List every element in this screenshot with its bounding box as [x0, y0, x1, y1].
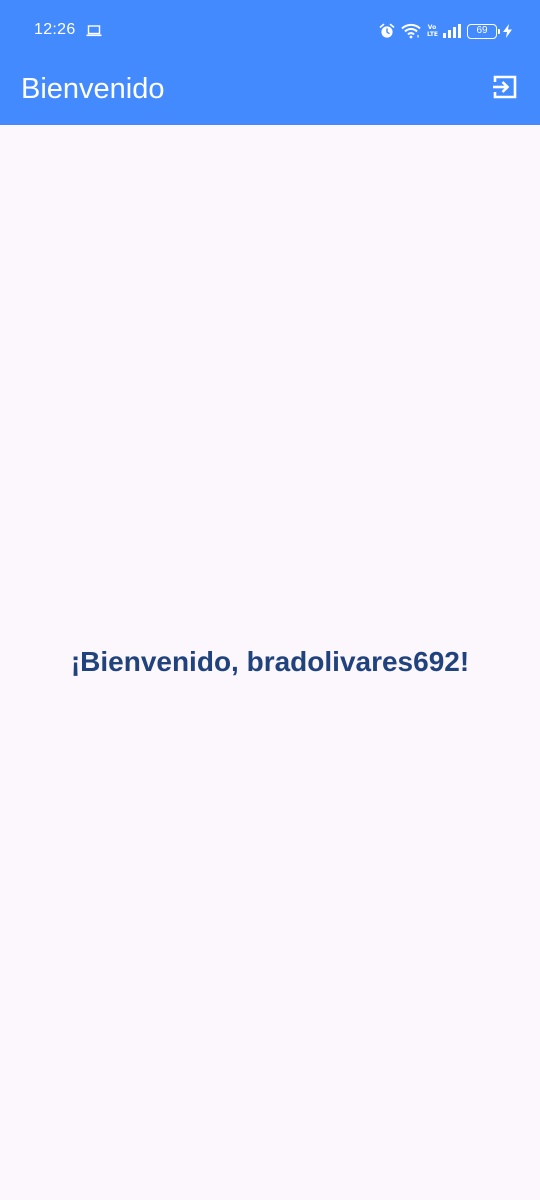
status-icons: Vo LTE 69	[379, 20, 512, 42]
welcome-message: ¡Bienvenido, bradolivares692!	[70, 646, 470, 677]
battery-icon: 69	[467, 23, 500, 39]
charging-icon	[503, 24, 512, 38]
status-time: 12:26	[34, 21, 76, 38]
laptop-icon	[86, 24, 102, 38]
logout-button[interactable]	[484, 70, 526, 108]
volte-icon: Vo LTE	[427, 24, 439, 38]
status-bar: 12:26 Vo LTE 69	[0, 0, 540, 62]
alarm-icon	[379, 23, 395, 39]
app-bar: 12:26 Vo LTE 69 Bienvenido	[0, 0, 540, 125]
battery-level: 69	[476, 25, 488, 36]
wifi-icon	[401, 23, 421, 39]
logout-icon	[492, 74, 518, 105]
page-title: Bienvenido	[21, 73, 165, 105]
signal-icon	[443, 24, 461, 38]
